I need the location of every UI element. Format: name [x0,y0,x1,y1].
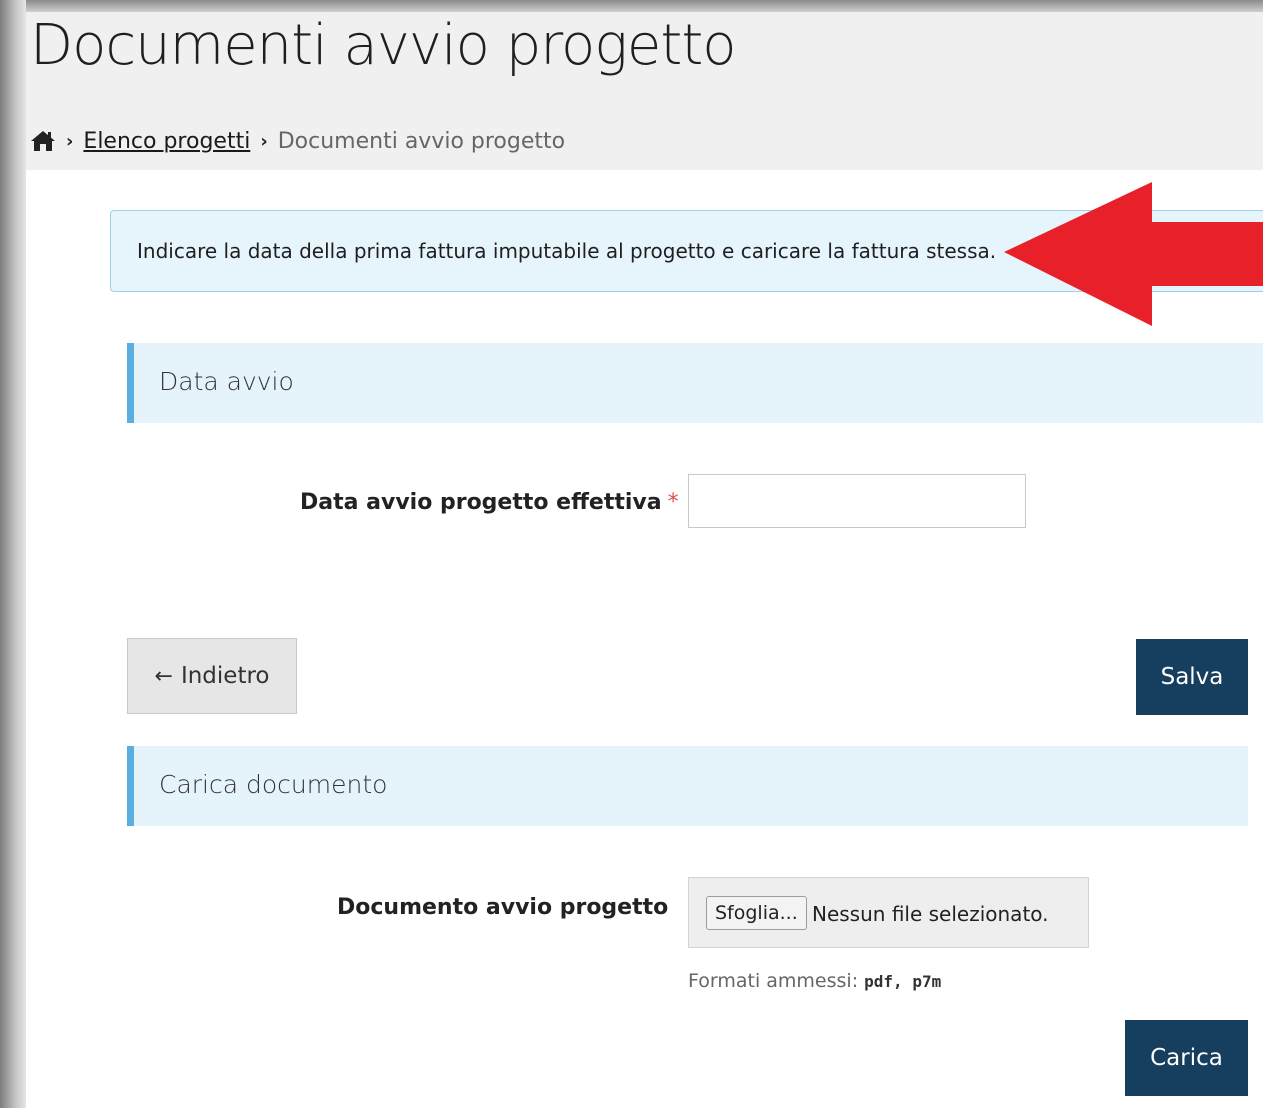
page-title: Documenti avvio progetto [30,13,737,78]
red-arrow-annotation [1004,182,1263,326]
breadcrumb: › Elenco progetti › Documenti avvio prog… [30,127,565,155]
date-field-label-text: Data avvio progetto effettiva [300,490,662,515]
data-avvio-input[interactable] [688,474,1026,528]
required-marker: * [667,490,679,515]
breadcrumb-link-elenco-progetti[interactable]: Elenco progetti [83,129,250,154]
section-header-data-avvio: Data avvio [127,343,1263,423]
browse-button[interactable]: Sfoglia... [706,896,807,930]
save-button[interactable]: Salva [1136,639,1248,715]
chevron-right-icon: › [260,130,268,152]
section-title: Carica documento [159,770,388,799]
screenshot-frame-top [0,0,1263,12]
formats-prefix: Formati ammessi: [688,970,859,992]
chevron-right-icon: › [66,130,74,152]
arrow-left-icon: ← [154,663,173,689]
back-button-label: Indietro [180,663,270,689]
save-button-label: Salva [1160,664,1224,690]
allowed-formats: Formati ammessi: pdf, p7m [688,970,941,992]
date-field-label: Data avvio progetto effettiva * [300,490,679,515]
alert-text: Indicare la data della prima fattura imp… [137,239,997,263]
file-status-text: Nessun file selezionato. [812,902,1049,926]
formats-value: pdf, p7m [864,972,942,991]
upload-button[interactable]: Carica [1125,1020,1248,1096]
file-input[interactable]: Sfoglia... Nessun file selezionato. [688,877,1089,948]
document-field-label: Documento avvio progetto [337,895,669,920]
home-icon[interactable] [30,130,56,152]
screenshot-frame-left [0,0,26,1108]
breadcrumb-current: Documenti avvio progetto [277,128,566,154]
back-button[interactable]: ← Indietro [127,638,297,714]
upload-button-label: Carica [1150,1045,1223,1071]
section-title: Data avvio [159,367,294,396]
page-header: Documenti avvio progetto › Elenco proget… [26,12,1263,170]
section-header-carica-documento: Carica documento [127,746,1248,826]
